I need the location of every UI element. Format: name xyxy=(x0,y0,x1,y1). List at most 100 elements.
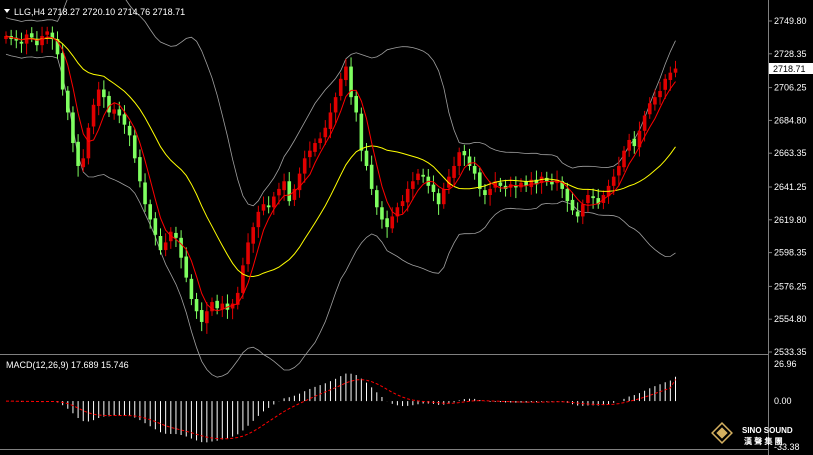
candle-body xyxy=(390,216,395,229)
candle-body xyxy=(431,184,436,192)
price-tick-label: 2641.25 xyxy=(774,182,807,192)
candle-body xyxy=(436,193,441,205)
candle-body xyxy=(45,31,49,35)
candle-body xyxy=(277,188,281,196)
candle-body xyxy=(333,97,338,113)
candle-body xyxy=(138,157,142,182)
price-tick-label: 2706.25 xyxy=(774,83,807,93)
candle-body xyxy=(658,91,662,98)
candle-body xyxy=(81,158,86,168)
current-price: 2718.71 xyxy=(773,64,806,74)
candle-body xyxy=(632,138,637,147)
candle-body xyxy=(364,150,369,166)
candle-body xyxy=(673,68,678,73)
candle-body xyxy=(462,150,467,156)
candle-body xyxy=(344,66,348,81)
candle-body xyxy=(405,188,410,203)
price-tick-label: 2749.80 xyxy=(774,16,807,26)
candle-body xyxy=(313,143,317,152)
candle-body xyxy=(19,41,24,44)
candle-body xyxy=(385,218,389,228)
candle-body xyxy=(647,103,652,115)
candle-body xyxy=(622,150,626,168)
candle-body xyxy=(411,181,415,189)
candle-body xyxy=(452,165,456,178)
candle-body xyxy=(519,182,523,188)
candle-body xyxy=(205,311,209,324)
candle-body xyxy=(189,278,194,300)
bollinger-bands xyxy=(5,0,676,378)
svg-text:漢 聲 集 團: 漢 聲 集 團 xyxy=(744,436,783,446)
price-tick-label: 2598.35 xyxy=(774,248,807,258)
candle-body xyxy=(107,95,111,113)
candle-body xyxy=(570,199,575,211)
candle-body xyxy=(653,97,657,105)
candle-body xyxy=(668,72,673,81)
macd-tick-label: 0.00 xyxy=(774,396,792,406)
candle-body xyxy=(483,190,487,196)
candle-body xyxy=(416,173,420,181)
candle-body xyxy=(102,89,106,98)
candle-body xyxy=(153,218,158,235)
candle-body xyxy=(158,236,163,251)
candle-body xyxy=(179,237,183,258)
bollinger-lower xyxy=(5,53,676,378)
price-tick-label: 2663.35 xyxy=(774,148,807,158)
candle-body xyxy=(272,196,276,208)
candle-body xyxy=(282,181,286,191)
candle-body xyxy=(117,109,122,116)
candle-body xyxy=(441,188,446,205)
candle-body xyxy=(184,256,189,278)
candle-body xyxy=(241,265,245,293)
candle-body xyxy=(400,201,405,207)
price-tick-label: 2554.80 xyxy=(774,314,807,324)
candle-body xyxy=(127,125,132,136)
candle-body xyxy=(194,299,199,312)
candle-body xyxy=(380,207,384,220)
candle-body xyxy=(86,127,91,159)
candle-body xyxy=(642,115,647,131)
price-chart[interactable]: 2749.80 2728.35 2706.25 2684.80 2663.35 2641.… xyxy=(0,0,813,455)
candle-body xyxy=(266,205,271,208)
candle-body xyxy=(261,204,266,211)
sino-sound-logo: SINO SOUND 漢 聲 集 團 xyxy=(711,422,793,446)
candle-body xyxy=(323,127,328,138)
candle-body xyxy=(611,176,616,186)
candle-body xyxy=(287,181,292,202)
candle-body xyxy=(256,211,261,228)
candle-body xyxy=(163,242,168,251)
price-tick-label: 2576.25 xyxy=(774,281,807,291)
candle-body xyxy=(663,78,667,90)
price-tick-label: 2728.35 xyxy=(774,49,807,59)
candle-body xyxy=(586,195,590,203)
candle-body xyxy=(565,188,570,202)
candle-body xyxy=(199,310,204,322)
candle-body xyxy=(251,227,255,244)
candles xyxy=(4,26,678,334)
candle-body xyxy=(318,138,322,144)
candle-body xyxy=(174,232,178,238)
candle-body xyxy=(66,90,70,113)
candle-body xyxy=(627,139,631,151)
candle-body xyxy=(575,211,580,217)
candle-body xyxy=(112,109,116,114)
price-tick-label: 2684.80 xyxy=(774,115,807,125)
candle-body xyxy=(96,89,101,107)
candle-body xyxy=(375,190,379,208)
candle-body xyxy=(91,104,96,127)
candle-body xyxy=(308,150,312,158)
candle-body xyxy=(591,196,595,199)
candle-body xyxy=(215,300,219,309)
candle-body xyxy=(421,174,425,177)
macd-histogram xyxy=(10,373,676,443)
candle-body xyxy=(29,33,34,38)
candle-body xyxy=(488,188,492,196)
svg-text:SINO SOUND: SINO SOUND xyxy=(742,426,793,435)
price-tick-label: 2619.80 xyxy=(774,215,807,225)
candle-body xyxy=(122,114,127,125)
candle-body xyxy=(581,204,585,217)
candle-body xyxy=(498,182,503,186)
candle-body xyxy=(354,95,358,113)
candle-body xyxy=(246,242,250,265)
symbol-dropdown-icon[interactable] xyxy=(4,9,10,13)
